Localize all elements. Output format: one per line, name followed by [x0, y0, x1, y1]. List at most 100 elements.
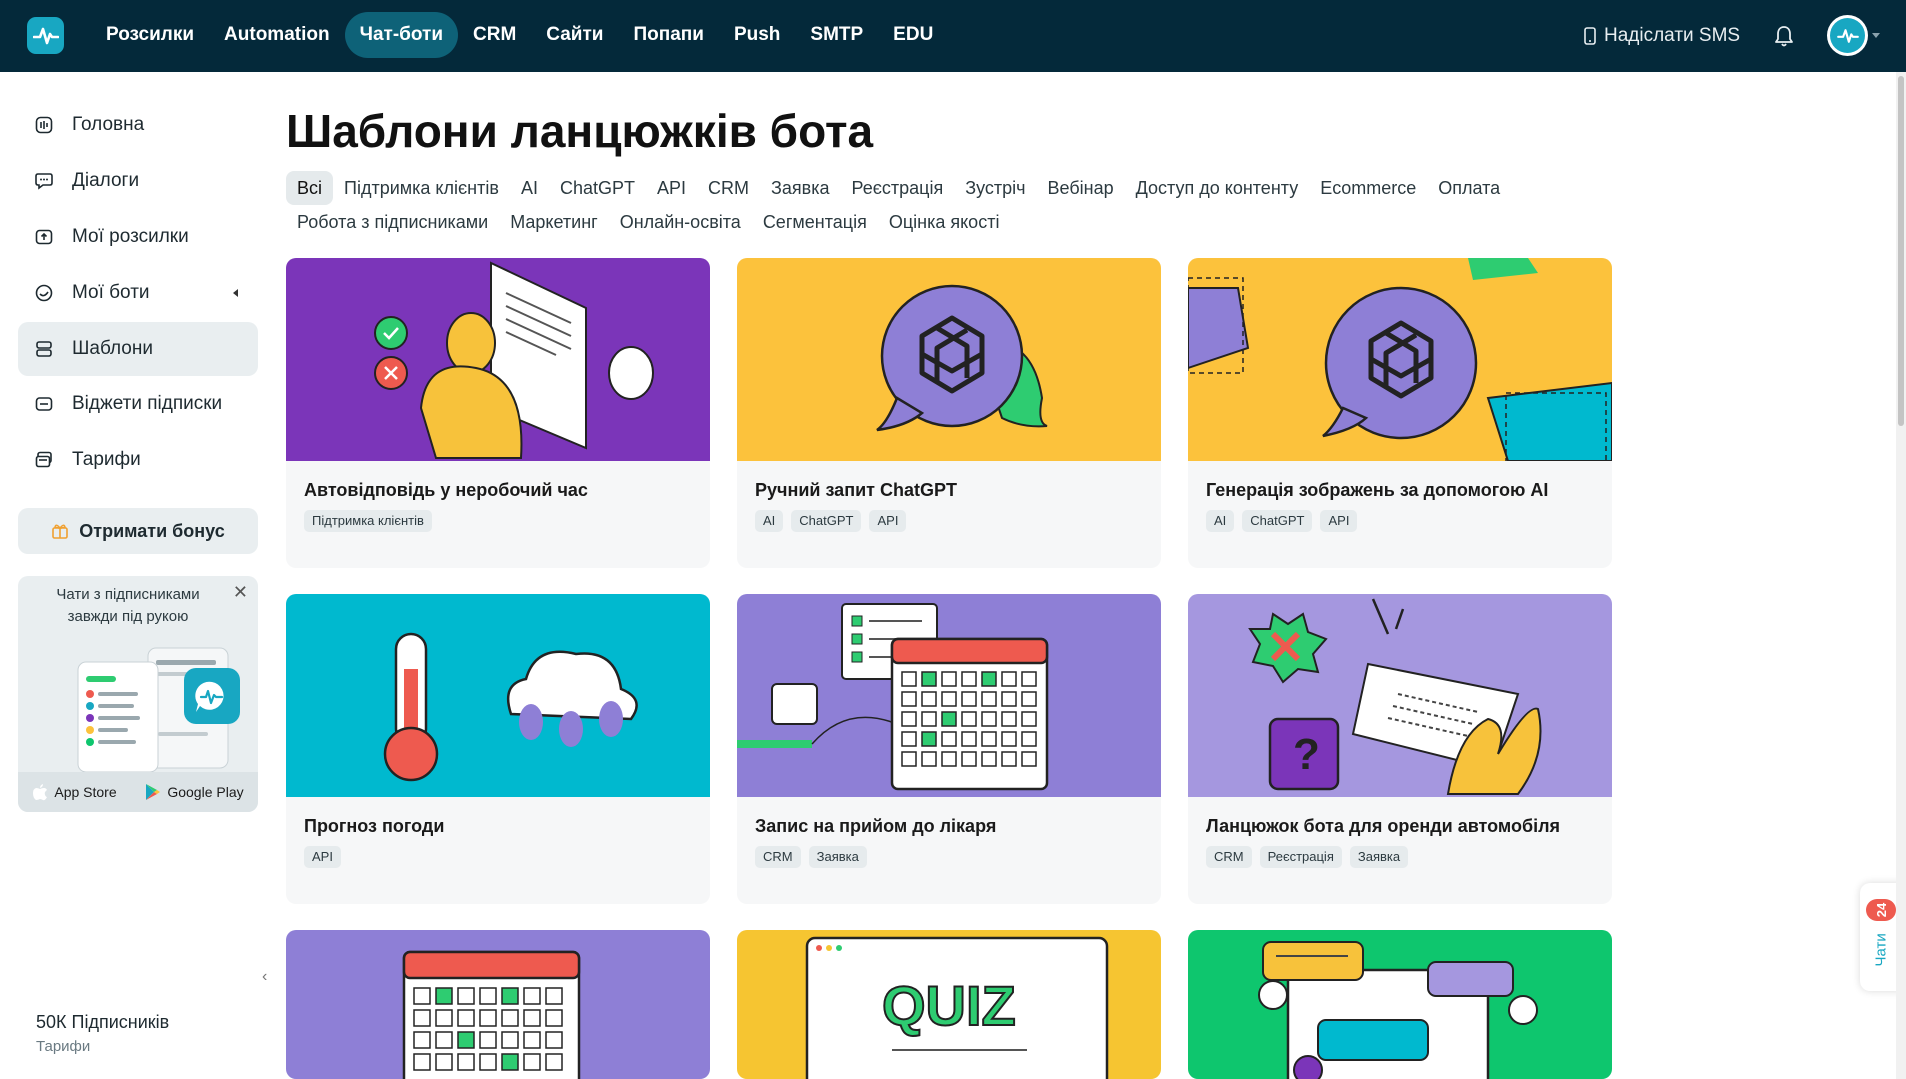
google-play-label: Google Play — [167, 784, 244, 800]
filter-payment[interactable]: Оплата — [1427, 171, 1511, 205]
template-card[interactable]: QUIZ — [737, 930, 1161, 1079]
template-card[interactable] — [1188, 930, 1612, 1079]
dialogs-icon — [34, 171, 54, 191]
widgets-icon — [34, 394, 54, 414]
template-card[interactable]: ? Ланцюжок бота для оренди автомобіля CR… — [1188, 594, 1612, 904]
card-illustration: QUIZ — [737, 930, 1161, 1079]
filter-webinar[interactable]: Вебінар — [1037, 171, 1125, 205]
gift-icon — [52, 524, 69, 539]
template-card[interactable]: Запис на прийом до лікаря CRM Заявка — [737, 594, 1161, 904]
filter-ai[interactable]: AI — [510, 171, 549, 205]
filter-content-access[interactable]: Доступ до контенту — [1125, 171, 1310, 205]
card-title: Автовідповідь у неробочий час — [304, 480, 588, 500]
filter-registration[interactable]: Реєстрація — [840, 171, 954, 205]
card-title: Генерація зображень за допомогою AI — [1206, 480, 1549, 500]
bell-icon[interactable] — [1773, 24, 1795, 48]
google-play-link[interactable]: Google Play — [145, 783, 244, 801]
send-sms-button[interactable]: Надіслати SMS — [1584, 0, 1740, 72]
sidebar-item-label: Шаблони — [72, 338, 153, 359]
apple-icon — [33, 784, 48, 801]
filter-all[interactable]: Всі — [286, 171, 334, 205]
send-sms-label: Надіслати SMS — [1604, 25, 1741, 46]
filter-online-education[interactable]: Онлайн-освіта — [609, 205, 752, 239]
subscribers-count: 50К Підписників — [36, 1012, 170, 1032]
card-tag: Підтримка клієнтів — [304, 510, 432, 532]
sidebar-item-home[interactable]: Головна — [18, 98, 258, 152]
nav-chatbots[interactable]: Чат-боти — [344, 12, 458, 58]
filter-segmentation[interactable]: Сегментація — [752, 205, 878, 239]
card-tag: ChatGPT — [791, 510, 862, 532]
card-title: Запис на прийом до лікаря — [755, 816, 997, 836]
get-bonus-button[interactable]: Отримати бонус — [18, 508, 258, 554]
nav-sites[interactable]: Сайти — [531, 12, 618, 58]
sidebar-item-templates[interactable]: Шаблони — [18, 322, 258, 376]
nav-mailings[interactable]: Розсилки — [91, 12, 209, 58]
card-tag: CRM — [755, 846, 801, 868]
card-tags: API — [304, 846, 341, 868]
sidebar-item-dialogs[interactable]: Діалоги — [18, 154, 258, 208]
filter-tags: Всі Підтримка клієнтів AI ChatGPT API CR… — [286, 171, 1646, 239]
tariffs-link[interactable]: Тарифи — [36, 1038, 90, 1055]
close-icon[interactable]: ✕ — [233, 582, 248, 603]
main-nav: Розсилки Automation Чат-боти CRM Сайти П… — [91, 12, 948, 58]
card-tag: Заявка — [808, 846, 867, 868]
template-card[interactable]: Ручний запит ChatGPT AI ChatGPT API — [737, 258, 1161, 568]
mobile-app-promo: Чати з підписниками завжди під рукою ✕ A… — [18, 576, 258, 812]
logo-icon[interactable] — [27, 17, 64, 54]
app-store-label: App Store — [54, 784, 117, 800]
sidebar-item-pricing[interactable]: Тарифи — [18, 433, 258, 487]
card-illustration — [286, 594, 710, 797]
filter-chatgpt[interactable]: ChatGPT — [549, 171, 646, 205]
get-bonus-label: Отримати бонус — [79, 520, 225, 541]
sidebar-item-campaigns[interactable]: Мої розсилки — [18, 210, 258, 264]
template-card[interactable]: Генерація зображень за допомогою AI AI C… — [1188, 258, 1612, 568]
card-tag: AI — [755, 510, 784, 532]
nav-push[interactable]: Push — [719, 12, 795, 58]
filter-request[interactable]: Заявка — [760, 171, 840, 205]
card-illustration — [1188, 258, 1612, 461]
card-illustration: ? — [1188, 594, 1612, 797]
nav-crm[interactable]: CRM — [458, 12, 531, 58]
sidebar-item-label: Мої боти — [72, 282, 150, 303]
promo-text: Чати з підписниками завжди під рукою — [56, 586, 200, 625]
filter-crm[interactable]: CRM — [697, 171, 760, 205]
sidebar-item-label: Діалоги — [72, 170, 140, 191]
chevron-left-icon[interactable] — [233, 289, 238, 297]
template-card[interactable] — [286, 930, 710, 1079]
chats-count-badge: 24 — [1866, 899, 1896, 921]
filter-api[interactable]: API — [646, 171, 697, 205]
filter-quality-rating[interactable]: Оцінка якості — [878, 205, 1011, 239]
app-store-link[interactable]: App Store — [32, 783, 117, 801]
card-title: Прогноз погоди — [304, 816, 445, 836]
sidebar: Головна Діалоги Мої розсилки Мої боти Ша… — [0, 72, 277, 1079]
sidebar-item-bots[interactable]: Мої боти — [18, 266, 258, 320]
sidebar-item-widgets[interactable]: Віджети підписки — [18, 377, 258, 431]
card-tag: API — [869, 510, 907, 532]
nav-edu[interactable]: EDU — [878, 12, 948, 58]
nav-popups[interactable]: Попапи — [618, 12, 718, 58]
phones-illustration — [77, 647, 240, 772]
template-card[interactable]: Автовідповідь у неробочий час Підтримка … — [286, 258, 710, 568]
google-play-icon — [146, 784, 161, 800]
scrollbar-thumb[interactable] — [1898, 76, 1904, 426]
card-tag: ChatGPT — [1242, 510, 1313, 532]
filter-subscribers-work[interactable]: Робота з підписниками — [286, 205, 499, 239]
bots-icon — [34, 283, 54, 303]
card-illustration — [286, 930, 710, 1079]
card-illustration — [1188, 930, 1612, 1079]
avatar-icon[interactable] — [1827, 15, 1868, 56]
chevron-down-icon[interactable] — [1872, 33, 1880, 38]
filter-support[interactable]: Підтримка клієнтів — [333, 171, 510, 205]
collapse-sidebar-icon[interactable]: ‹ — [262, 968, 272, 985]
filter-ecommerce[interactable]: Ecommerce — [1309, 171, 1427, 205]
nav-automation[interactable]: Automation — [209, 12, 345, 58]
filter-meeting[interactable]: Зустріч — [954, 171, 1036, 205]
card-tag: Реєстрація — [1259, 846, 1342, 868]
campaigns-icon — [34, 227, 54, 247]
template-card[interactable]: Прогноз погоди API — [286, 594, 710, 904]
card-tag: AI — [1206, 510, 1235, 532]
nav-smtp[interactable]: SMTP — [795, 12, 878, 58]
sidebar-item-label: Віджети підписки — [72, 393, 223, 414]
filter-marketing[interactable]: Маркетинг — [499, 205, 609, 239]
templates-icon — [34, 339, 54, 359]
